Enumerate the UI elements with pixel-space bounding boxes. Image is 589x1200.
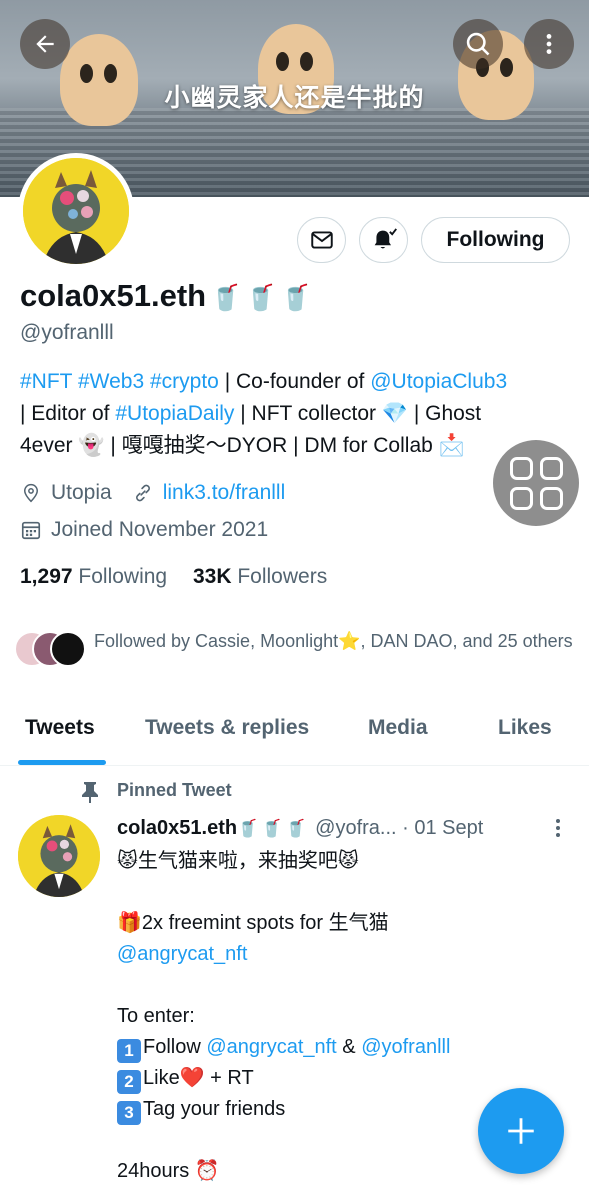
profile-joined-row: Joined November 2021 [20, 518, 268, 542]
apps-grid-button[interactable] [493, 440, 579, 526]
bell-check-icon [374, 228, 397, 249]
keycap-2-icon: 2 [117, 1070, 141, 1094]
tweet-date[interactable]: · 01 Sept [402, 817, 483, 839]
followers-label: Followers [237, 565, 328, 588]
profile-location: Utopia [51, 481, 112, 504]
followed-by-text[interactable]: Followed by Cassie, Moonlight⭐, DAN DAO,… [94, 627, 574, 655]
tab-tweets-replies[interactable]: Tweets & replies [145, 716, 309, 740]
profile-location-row: Utopia link3.to/franlll [20, 481, 285, 505]
bio-text-collector: | NFT collector 💎 | Ghost [234, 402, 482, 425]
message-button[interactable] [297, 217, 346, 263]
bio-hashtag-utopiadaily[interactable]: #UtopiaDaily [115, 402, 234, 425]
following-label: Following [78, 565, 168, 588]
profile-name: cola0x51.eth 🥤🥤🥤 [20, 278, 316, 314]
more-vertical-icon [546, 34, 552, 54]
tweet-avatar-image [18, 815, 100, 897]
bio-mention-utopiaclub[interactable]: @UtopiaClub3 [370, 370, 507, 393]
following-stat[interactable]: 1,297 Following [20, 565, 167, 588]
tweet-step-2-text: Like❤️ + RT [143, 1067, 254, 1089]
tab-likes[interactable]: Likes [498, 716, 552, 740]
mail-icon [310, 231, 333, 249]
tweet-step-1-text: Follow [143, 1036, 207, 1058]
profile-handle: @yofranlll [20, 321, 114, 344]
profile-joined: Joined November 2021 [51, 518, 269, 541]
search-button[interactable] [453, 19, 503, 69]
avatar-image [23, 158, 129, 264]
tweet-line-enter: To enter: [117, 1005, 195, 1027]
keycap-1-icon: 1 [117, 1039, 141, 1063]
bio-hashtag-web3[interactable]: #Web3 [78, 370, 144, 393]
profile-name-emoji: 🥤🥤🥤 [210, 284, 316, 312]
bio-text-ghost: 4ever 👻 | 嘎嘎抽奖～DYOR | DM for Collab 📩 [20, 434, 465, 457]
tweet-author-emoji: 🥤🥤🥤 [237, 819, 310, 838]
tweet-step-1-mention-yofranlll[interactable]: @yofranlll [361, 1036, 450, 1058]
profile-avatar[interactable] [18, 153, 134, 269]
compose-tweet-button[interactable] [478, 1088, 564, 1174]
pinned-tweet-label: Pinned Tweet [117, 780, 232, 800]
tweet-step-1-and: & [336, 1036, 362, 1058]
tweet-mention-angrycat[interactable]: @angrycat_nft [117, 939, 557, 970]
bio-hashtag-crypto[interactable]: #crypto [150, 370, 219, 393]
followers-count: 33K [192, 565, 232, 588]
keycap-3-icon: 3 [117, 1101, 141, 1125]
followers-stat[interactable]: 33K Followers [193, 565, 327, 588]
profile-tabs: Tweets Tweets & replies Media Likes [0, 700, 589, 766]
profile-website-link[interactable]: link3.to/franlll [163, 481, 286, 505]
bio-text-cofounder: | Co-founder of [218, 370, 371, 393]
tab-active-indicator [18, 760, 106, 765]
tweet-more-icon[interactable] [548, 818, 568, 840]
calendar-icon [20, 519, 42, 541]
following-button[interactable]: Following [421, 217, 570, 263]
following-count: 1,297 [20, 565, 73, 588]
follower-avatar-3 [50, 631, 86, 667]
pin-icon [82, 782, 98, 803]
banner-title: 小幽灵家人还是牛批的 [164, 84, 425, 112]
profile-bio: #NFT #Web3 #crypto | Co-founder of @Utop… [20, 366, 572, 462]
bio-text-editor: | Editor of [20, 402, 116, 425]
tab-media[interactable]: Media [368, 716, 428, 740]
tweet-step-2: 2 Like❤️ + RT [117, 1063, 557, 1094]
tweet-spacer [117, 877, 557, 908]
bio-hashtag-nft[interactable]: #NFT [20, 370, 72, 393]
tab-tweets[interactable]: Tweets [25, 716, 95, 740]
tweet-line-2: 🎁2x freemint spots for 生气猫 [117, 912, 389, 934]
tweet-step-1-mention-angrycat[interactable]: @angrycat_nft [206, 1036, 336, 1058]
profile-name-text: cola0x51.eth [20, 278, 207, 313]
notifications-button[interactable] [359, 217, 408, 263]
arrow-left-icon [36, 35, 54, 53]
tweet-spacer [117, 970, 557, 1001]
plus-icon [508, 1118, 534, 1144]
profile-stats: 1,297 Following 33K Followers [20, 565, 327, 589]
tweet-author-handle[interactable]: @yofra... [315, 817, 396, 839]
back-button[interactable] [20, 19, 70, 69]
link-icon [132, 482, 154, 504]
more-button[interactable] [524, 19, 574, 69]
grid-icon [509, 456, 563, 510]
tweet-step-3-text: Tag your friends [143, 1098, 286, 1120]
tweet-step-1: 1 Follow @angrycat_nft & @yofranlll [117, 1032, 557, 1063]
location-pin-icon [20, 482, 42, 504]
search-icon [466, 32, 490, 56]
tweet-header: cola0x51.eth🥤🥤🥤 @yofra... · 01 Sept [117, 817, 557, 840]
tweet-avatar[interactable] [18, 815, 100, 897]
tweet-author-name[interactable]: cola0x51.eth [117, 817, 237, 839]
tweet-line-1: 😾生气猫来啦，来抽奖吧😾 [117, 850, 359, 872]
